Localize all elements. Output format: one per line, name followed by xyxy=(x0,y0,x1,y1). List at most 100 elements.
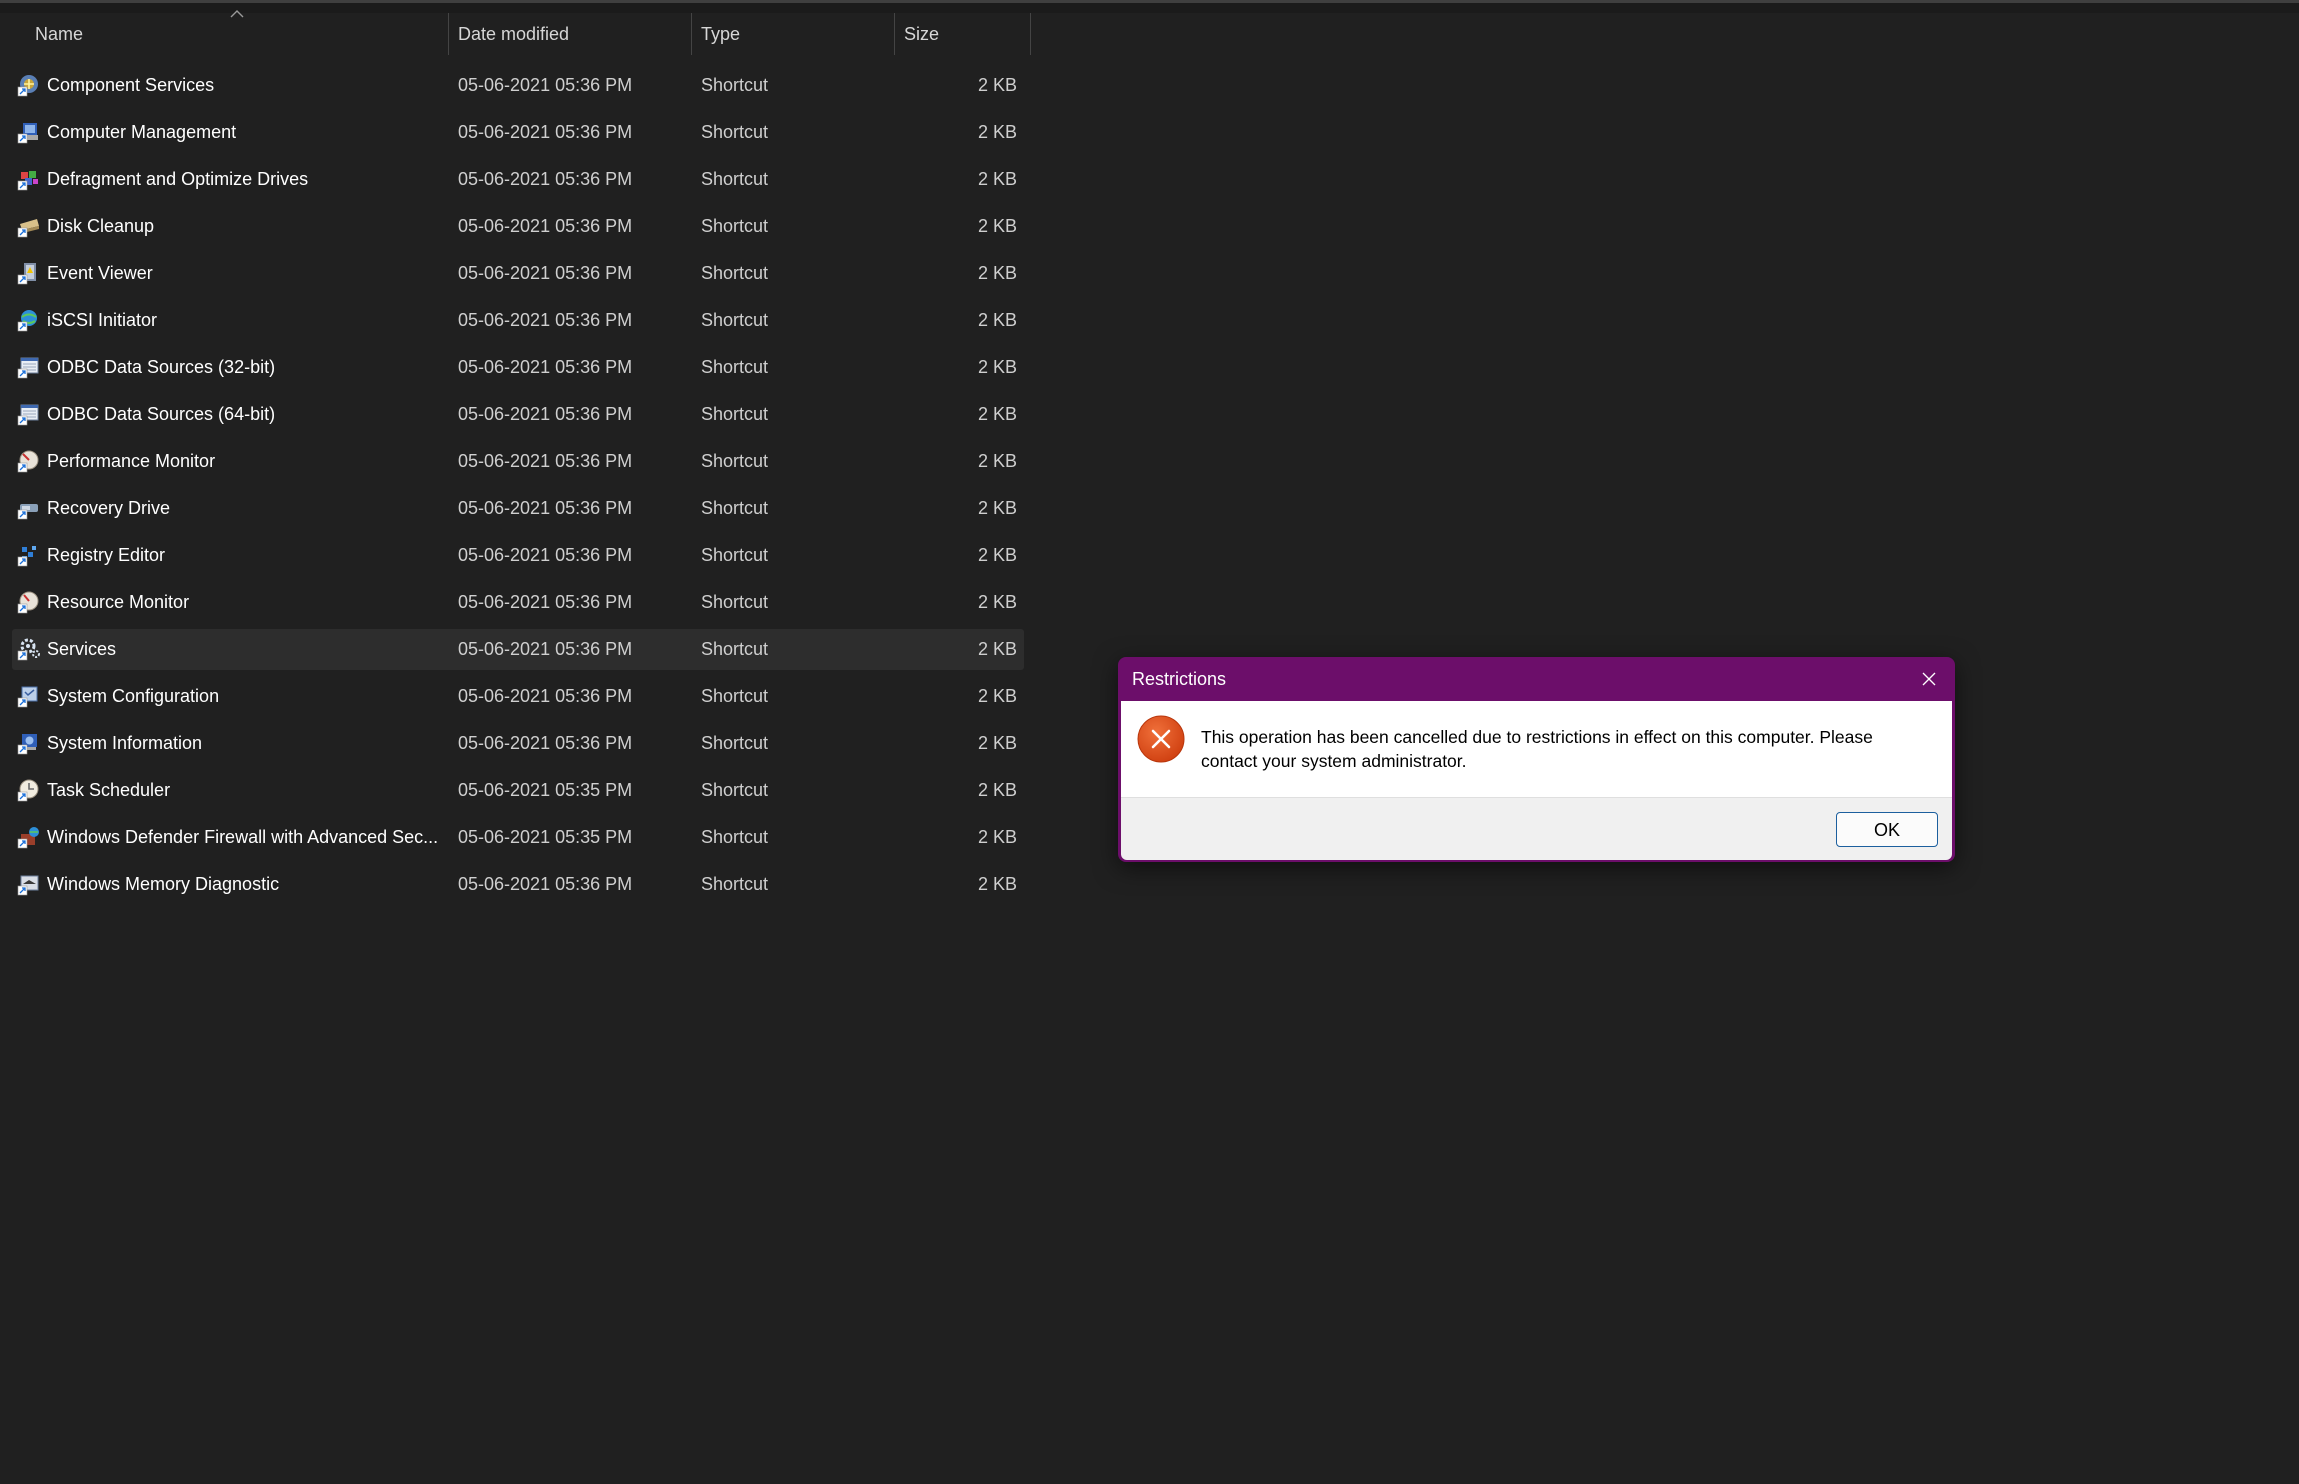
file-type: Shortcut xyxy=(701,733,769,753)
firewall-icon xyxy=(17,825,41,849)
file-size: 2 KB xyxy=(977,122,1017,142)
file-size: 2 KB xyxy=(977,357,1017,377)
ok-button[interactable]: OK xyxy=(1836,812,1938,847)
file-type: Shortcut xyxy=(701,404,769,424)
file-row-system-information[interactable]: System Information 05-06-2021 05:36 PM S… xyxy=(12,723,1024,764)
file-name: Registry Editor xyxy=(47,545,166,565)
file-name: Component Services xyxy=(47,75,215,95)
file-size: 2 KB xyxy=(977,451,1017,471)
file-date-modified: 05-06-2021 05:36 PM xyxy=(458,639,633,659)
performance-monitor-icon xyxy=(17,449,41,473)
file-row-defragment-and-optimize-drives[interactable]: Defragment and Optimize Drives 05-06-202… xyxy=(12,159,1024,200)
file-date-modified: 05-06-2021 05:35 PM xyxy=(458,780,633,800)
file-row-performance-monitor[interactable]: Performance Monitor 05-06-2021 05:36 PM … xyxy=(12,441,1024,482)
file-name: Windows Memory Diagnostic xyxy=(47,874,280,894)
file-row-computer-management[interactable]: Computer Management 05-06-2021 05:36 PM … xyxy=(12,112,1024,153)
file-date-modified: 05-06-2021 05:36 PM xyxy=(458,733,633,753)
file-type: Shortcut xyxy=(701,122,769,142)
file-date-modified: 05-06-2021 05:36 PM xyxy=(458,686,633,706)
file-name: Defragment and Optimize Drives xyxy=(47,169,309,189)
file-name: Windows Defender Firewall with Advanced … xyxy=(47,827,439,847)
file-date-modified: 05-06-2021 05:36 PM xyxy=(458,263,633,283)
file-row-odbc-data-sources-64-bit[interactable]: ODBC Data Sources (64-bit) 05-06-2021 05… xyxy=(12,394,1024,435)
file-type: Shortcut xyxy=(701,545,769,565)
file-type: Shortcut xyxy=(701,827,769,847)
file-type: Shortcut xyxy=(701,216,769,236)
column-divider[interactable] xyxy=(691,13,692,55)
file-row-windows-defender-firewall-with-advanced-sec[interactable]: Windows Defender Firewall with Advanced … xyxy=(12,817,1024,858)
sort-ascending-icon xyxy=(230,10,244,18)
file-row-resource-monitor[interactable]: Resource Monitor 05-06-2021 05:36 PM Sho… xyxy=(12,582,1024,623)
services-icon xyxy=(17,637,41,661)
file-row-services[interactable]: Services 05-06-2021 05:36 PM Shortcut 2 … xyxy=(12,629,1024,670)
file-size: 2 KB xyxy=(977,498,1017,518)
column-header-name-label: Name xyxy=(35,24,84,44)
column-divider[interactable] xyxy=(448,13,449,55)
column-header-type[interactable]: Type xyxy=(701,13,891,55)
file-row-windows-memory-diagnostic[interactable]: Windows Memory Diagnostic 05-06-2021 05:… xyxy=(12,864,1024,905)
dialog-close-button[interactable] xyxy=(1915,665,1943,693)
recovery-drive-icon xyxy=(17,496,41,520)
file-size: 2 KB xyxy=(977,874,1017,894)
file-row-event-viewer[interactable]: Event Viewer 05-06-2021 05:36 PM Shortcu… xyxy=(12,253,1024,294)
file-type: Shortcut xyxy=(701,780,769,800)
file-size: 2 KB xyxy=(977,827,1017,847)
file-row-system-configuration[interactable]: System Configuration 05-06-2021 05:36 PM… xyxy=(12,676,1024,717)
odbc-icon xyxy=(17,355,41,379)
column-divider[interactable] xyxy=(894,13,895,55)
column-header-date-modified[interactable]: Date modified xyxy=(458,13,688,55)
file-name: Computer Management xyxy=(47,122,237,142)
column-header-size[interactable]: Size xyxy=(904,13,1024,55)
dialog-body: This operation has been cancelled due to… xyxy=(1121,701,1952,797)
dialog-footer: OK xyxy=(1121,797,1952,860)
file-date-modified: 05-06-2021 05:36 PM xyxy=(458,216,633,236)
file-date-modified: 05-06-2021 05:36 PM xyxy=(458,122,633,142)
file-name: Services xyxy=(47,639,117,659)
file-type: Shortcut xyxy=(701,310,769,330)
registry-editor-icon xyxy=(17,543,41,567)
task-scheduler-icon xyxy=(17,778,41,802)
file-date-modified: 05-06-2021 05:36 PM xyxy=(458,498,633,518)
event-viewer-icon xyxy=(17,261,41,285)
file-size: 2 KB xyxy=(977,404,1017,424)
odbc-icon xyxy=(17,402,41,426)
restrictions-dialog: Restrictions This operation has been can… xyxy=(1118,657,1955,862)
file-type: Shortcut xyxy=(701,686,769,706)
file-size: 2 KB xyxy=(977,733,1017,753)
file-date-modified: 05-06-2021 05:36 PM xyxy=(458,545,633,565)
file-row-component-services[interactable]: Component Services 05-06-2021 05:36 PM S… xyxy=(12,65,1024,106)
file-type: Shortcut xyxy=(701,451,769,471)
file-name: Disk Cleanup xyxy=(47,216,155,236)
file-size: 2 KB xyxy=(977,639,1017,659)
close-icon xyxy=(1922,672,1936,686)
file-size: 2 KB xyxy=(977,545,1017,565)
file-type: Shortcut xyxy=(701,498,769,518)
iscsi-initiator-icon xyxy=(17,308,41,332)
file-name: iSCSI Initiator xyxy=(47,310,158,330)
column-divider[interactable] xyxy=(1030,13,1031,55)
file-size: 2 KB xyxy=(977,263,1017,283)
file-type: Shortcut xyxy=(701,639,769,659)
header-band xyxy=(0,3,2299,13)
file-name: Task Scheduler xyxy=(47,780,171,800)
file-name: ODBC Data Sources (64-bit) xyxy=(47,404,276,424)
file-date-modified: 05-06-2021 05:36 PM xyxy=(458,75,633,95)
file-row-disk-cleanup[interactable]: Disk Cleanup 05-06-2021 05:36 PM Shortcu… xyxy=(12,206,1024,247)
column-header-size-label: Size xyxy=(904,24,940,44)
system-configuration-icon xyxy=(17,684,41,708)
defragment-icon xyxy=(17,167,41,191)
column-header-name[interactable]: Name xyxy=(35,13,445,55)
file-name: Event Viewer xyxy=(47,263,153,283)
file-name: Performance Monitor xyxy=(47,451,216,471)
file-row-task-scheduler[interactable]: Task Scheduler 05-06-2021 05:35 PM Short… xyxy=(12,770,1024,811)
file-row-registry-editor[interactable]: Registry Editor 05-06-2021 05:36 PM Shor… xyxy=(12,535,1024,576)
file-size: 2 KB xyxy=(977,75,1017,95)
file-row-odbc-data-sources-32-bit[interactable]: ODBC Data Sources (32-bit) 05-06-2021 05… xyxy=(12,347,1024,388)
column-header-date-label: Date modified xyxy=(458,24,570,44)
file-date-modified: 05-06-2021 05:36 PM xyxy=(458,451,633,471)
file-date-modified: 05-06-2021 05:36 PM xyxy=(458,874,633,894)
file-row-recovery-drive[interactable]: Recovery Drive 05-06-2021 05:36 PM Short… xyxy=(12,488,1024,529)
file-size: 2 KB xyxy=(977,592,1017,612)
file-row-iscsi-initiator[interactable]: iSCSI Initiator 05-06-2021 05:36 PM Shor… xyxy=(12,300,1024,341)
file-size: 2 KB xyxy=(977,169,1017,189)
